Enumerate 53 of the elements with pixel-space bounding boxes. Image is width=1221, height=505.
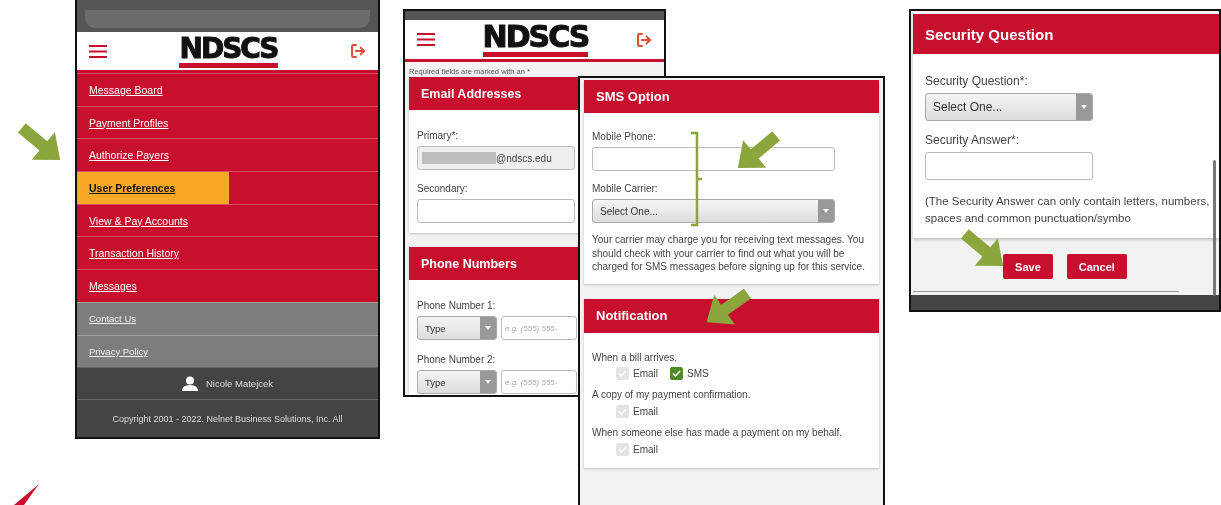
logout-icon[interactable] — [636, 31, 652, 48]
phone-number-field[interactable]: e.g. (555) 555- — [501, 316, 577, 340]
phone-type-select[interactable]: Type — [417, 370, 497, 394]
field-label: Phone Number 2: — [417, 354, 496, 365]
menu-item[interactable]: Messages — [77, 270, 149, 302]
secondary-email-field[interactable] — [417, 199, 575, 223]
security-question-select[interactable]: Select One... — [925, 93, 1093, 121]
option-label: Email — [633, 405, 658, 417]
logout-icon[interactable] — [350, 43, 366, 59]
phone-type-select[interactable]: Type — [417, 316, 497, 340]
user-name: Nicole Matejcek — [205, 378, 274, 390]
field-label: Security Question*: — [925, 74, 1028, 88]
slash-mark-drawing — [14, 484, 40, 505]
user-icon — [181, 376, 198, 392]
mobile-phone-field[interactable] — [592, 147, 835, 171]
carrier-select[interactable]: Select One... — [592, 199, 835, 223]
phone-number-field[interactable]: e.g. (555) 555- — [501, 370, 577, 394]
menu-icon[interactable] — [417, 33, 435, 46]
field-label: Primary*: — [417, 130, 459, 141]
security-note: (The Security Answer can only contain letters, numbers, spaces and common punctuation/symbo — [925, 194, 1211, 226]
notification-label: When someone else has made a payment on my behalf. — [592, 425, 844, 440]
menu-item[interactable]: Message Board — [77, 74, 175, 106]
notification-label: When a bill arrives. — [592, 350, 679, 365]
menu-item[interactable]: Authorize Payers — [77, 139, 181, 172]
menu-item[interactable]: Transaction History — [77, 237, 192, 270]
menu-icon[interactable] — [89, 44, 107, 58]
scrollbar[interactable] — [1213, 160, 1216, 296]
security-answer-field[interactable] — [925, 152, 1093, 180]
field-label: Security Answer*: — [925, 133, 1020, 147]
caret-icon — [818, 200, 834, 222]
primary-email-field[interactable]: @ndscs.edu — [417, 146, 575, 170]
menu-item[interactable]: View & Pay Accounts — [77, 204, 201, 237]
copyright-text: Copyright 2001 - 2022. Nelnet Business Solutions, Inc. All — [77, 399, 378, 437]
section-header: Security Question — [913, 14, 1219, 54]
option-label: SMS — [687, 368, 709, 380]
section-header: Notification — [584, 298, 879, 333]
menu-item[interactable]: User Preferences — [77, 172, 229, 204]
option-label: Email — [633, 443, 658, 455]
caret-icon — [480, 317, 496, 339]
field-label: Secondary: — [417, 183, 468, 194]
cancel-button[interactable]: Cancel — [1066, 254, 1127, 280]
option-label: Email — [633, 368, 658, 380]
section-header: SMS Option — [584, 80, 879, 113]
save-button[interactable]: Save — [1003, 254, 1053, 280]
notification-label: A copy of my payment confirmation. — [592, 388, 752, 402]
caret-icon — [1076, 94, 1092, 120]
checkbox[interactable] — [670, 367, 683, 381]
field-label: Mobile Carrier: — [592, 183, 658, 194]
school-logo: NDSCS — [482, 22, 589, 57]
field-label: Phone Number 1: — [417, 300, 496, 311]
school-logo: NDSCS — [179, 34, 278, 68]
field-label: Mobile Phone: — [592, 131, 656, 142]
menu-item[interactable]: Payment Profiles — [77, 106, 181, 139]
